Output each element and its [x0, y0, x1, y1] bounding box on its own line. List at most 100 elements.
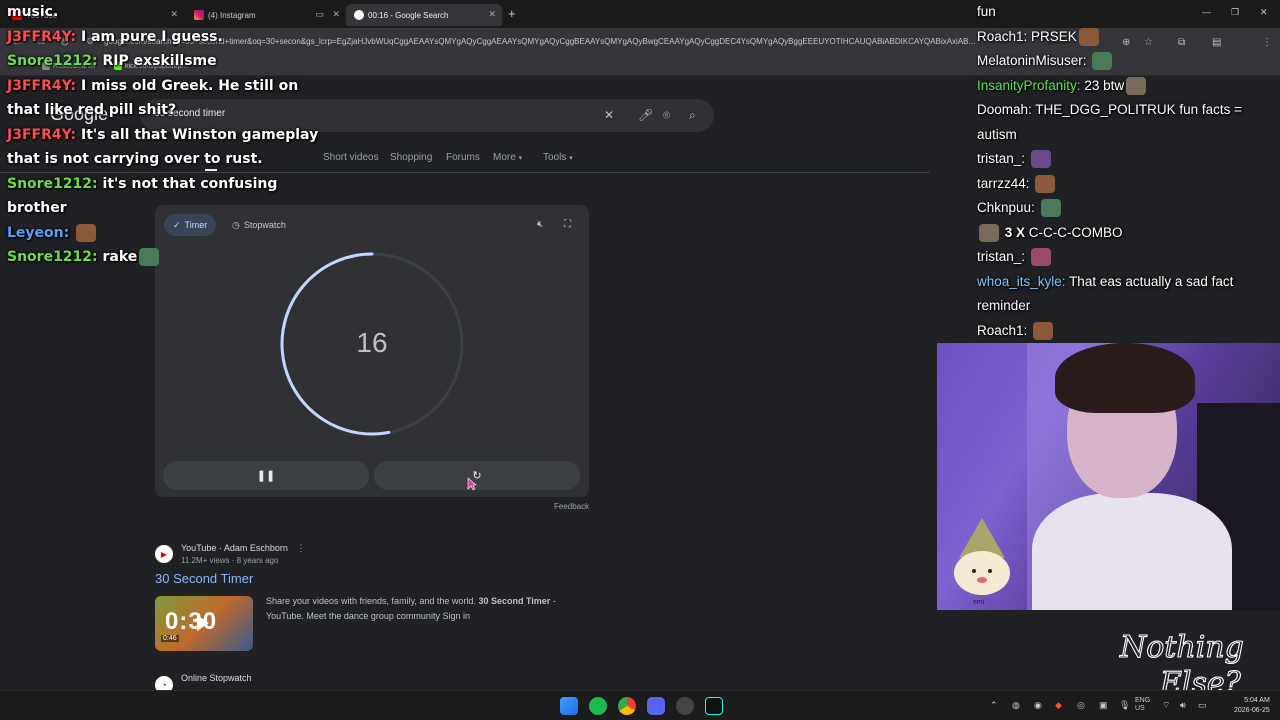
feedback-link[interactable]: Feedback — [554, 502, 589, 511]
result-title-link[interactable]: 30 Second Timer — [155, 571, 253, 586]
chat-message: Snore1212: rake — [7, 245, 327, 270]
chat-overlay-right: fun Roach1: PRSEK MelatoninMisuser: Insani… — [977, 0, 1277, 343]
tab-google-search[interactable]: 00:16 - Google Search ✕ — [346, 4, 502, 26]
chat-text: 23 btw — [1084, 77, 1125, 93]
microphone-icon[interactable]: 🎙︎ — [1119, 700, 1130, 711]
chat-message: J3FFR4Y: I miss old Greek. He still on t… — [7, 74, 327, 123]
chat-username[interactable]: Snore1212: — [7, 249, 103, 265]
taskbar: ⌃ ◍ ◉ ◆ ◎ ▣ 🎙︎ ENG US ⌔ 🔊︎ ▭ 5:04 AM 2026… — [0, 690, 1280, 720]
obs-icon[interactable] — [676, 697, 694, 715]
tray-expand-icon[interactable]: ⌃ — [990, 700, 998, 711]
chat-username[interactable]: Snore1212: — [7, 53, 103, 69]
chat-username[interactable]: Snore1212: — [7, 176, 103, 192]
system-clock[interactable]: 5:04 AM 2026-06-25 — [1234, 696, 1270, 716]
video-thumbnail[interactable]: 0:30 0:46 — [155, 596, 253, 651]
tray-app-icon[interactable]: ◍ — [1012, 700, 1020, 711]
tab-more[interactable]: More ▾ — [493, 152, 522, 163]
tab-label: 00:16 - Google Search — [368, 10, 449, 20]
chat-message: Roach1: PRSEK — [977, 25, 1277, 50]
chat-text: I am pure I guess. — [81, 28, 223, 45]
tab-shopping[interactable]: Shopping — [390, 152, 432, 163]
close-icon[interactable]: ✕ — [332, 9, 340, 20]
chat-message: InsanityProfanity: 23 btw — [977, 74, 1277, 99]
more-options-icon[interactable]: ⋮ — [296, 543, 305, 553]
chat-username[interactable]: Roach1: — [977, 323, 1031, 338]
chat-username[interactable]: tristan_: — [977, 249, 1029, 264]
tab-forums[interactable]: Forums — [446, 152, 480, 163]
chrome-icon[interactable] — [618, 697, 636, 715]
volume-icon[interactable]: 🔊︎ — [1180, 700, 1186, 711]
tab-tools[interactable]: Tools ▾ — [543, 152, 573, 163]
tray-steam-icon[interactable]: ◉ — [1034, 700, 1042, 711]
chat-username[interactable]: J3FFR4Y: — [7, 127, 81, 143]
result-source[interactable]: Online Stopwatch — [181, 673, 252, 683]
chat-message: J3FFR4Y: It's all that Winston gameplay … — [7, 123, 327, 172]
chat-message: whoa_its_kyle: That eas actually a sad f… — [977, 270, 1277, 319]
chat-username[interactable]: Doomah: — [977, 102, 1035, 117]
spotify-icon[interactable] — [589, 697, 607, 715]
result-meta: 11.2M+ views · 8 years ago — [181, 556, 279, 565]
tray-brave-icon[interactable]: ◆ — [1055, 700, 1062, 711]
language-code: ENG — [1135, 697, 1151, 704]
voice-search-icon[interactable]: 🎤︎ — [638, 108, 653, 122]
chat-username[interactable]: J3FFR4Y: — [7, 78, 81, 94]
combo-count: 3 X — [1001, 224, 1029, 240]
chat-username[interactable]: InsanityProfanity: — [977, 78, 1084, 93]
new-tab-icon[interactable]: + — [508, 6, 516, 21]
webcam-feed: emi — [937, 343, 1280, 610]
result-snippet: Share your videos with friends, family, … — [266, 594, 586, 624]
chat-username[interactable]: tarrzz44: — [977, 176, 1033, 191]
tray-app-icon[interactable]: ◎ — [1077, 700, 1085, 711]
youtube-result-icon: ▶ — [155, 545, 173, 563]
mouse-cursor-icon — [467, 477, 477, 491]
chat-username[interactable]: MelatoninMisuser: — [977, 53, 1090, 68]
fullscreen-icon[interactable]: ⛶ — [564, 219, 571, 230]
snippet-highlight: 30 Second Timer — [478, 596, 551, 606]
chat-message: Roach1: — [977, 319, 1277, 344]
result-source[interactable]: YouTube · Adam Eschborn ⋮ — [181, 543, 305, 554]
chat-message: tarrzz44: — [977, 172, 1277, 197]
emote-icon — [1092, 52, 1113, 71]
language-indicator[interactable]: ENG US — [1135, 697, 1150, 713]
chevron-down-icon: ▾ — [518, 155, 523, 162]
emote-icon — [76, 223, 97, 242]
snippet-text: Share your videos with friends, family, … — [266, 596, 479, 606]
network-icon[interactable]: ⌔ — [1162, 700, 1170, 711]
chat-text: rake — [102, 249, 138, 265]
close-icon[interactable]: ✕ — [488, 9, 496, 20]
tab-short-videos[interactable]: Short videos — [323, 152, 379, 163]
chat-username[interactable]: J3FFR4Y: — [7, 29, 81, 45]
chat-message: fun — [977, 0, 1277, 25]
mascot-label: emi — [973, 599, 985, 606]
reset-button[interactable]: ↻ — [374, 461, 580, 490]
windows-start-icon[interactable] — [560, 697, 578, 715]
chat-message: Snore1212: RIP exskillsme — [7, 49, 327, 74]
screen: YouTube ✕ (4) Instagram ▭ ✕ 00:16 - Goog… — [0, 0, 1280, 720]
tray-app-icon[interactable]: ▣ — [1099, 700, 1108, 711]
clear-icon[interactable]: ✕ — [604, 108, 614, 122]
lens-icon[interactable]: ⌾ — [663, 108, 670, 123]
thumbnail-text: 0:30 — [165, 608, 218, 635]
mute-icon[interactable]: 🔇︎ — [537, 219, 543, 230]
chat-message: MelatoninMisuser: — [977, 49, 1277, 74]
emote-icon — [1040, 199, 1061, 218]
chat-username[interactable]: whoa_its_kyle: — [977, 274, 1069, 289]
timer-remaining: 16 — [356, 327, 388, 358]
chat-username[interactable]: tristan_: — [977, 151, 1029, 166]
emote-icon — [979, 223, 999, 242]
chat-message: Doomah: THE_DGG_POLITRUK fun facts = aut… — [977, 98, 1277, 147]
chat-username[interactable]: Roach1: — [977, 29, 1031, 44]
search-icon[interactable]: ⌕ — [689, 108, 696, 123]
chat-message: tristan_: — [977, 245, 1277, 270]
tiktok-icon[interactable] — [705, 697, 723, 715]
chat-text: PRSEK — [1031, 28, 1077, 44]
chat-username[interactable]: Chknpuu: — [977, 200, 1039, 215]
emote-icon — [1126, 76, 1147, 95]
chat-username[interactable]: Leyeon: — [7, 225, 74, 241]
discord-icon[interactable] — [647, 697, 665, 715]
battery-icon[interactable]: ▭ — [1198, 700, 1207, 711]
emote-icon — [1078, 27, 1099, 46]
emote-icon — [139, 248, 160, 266]
clock-date: 2026-06-25 — [1234, 707, 1270, 714]
pause-button[interactable]: ❚❚ — [163, 461, 369, 490]
